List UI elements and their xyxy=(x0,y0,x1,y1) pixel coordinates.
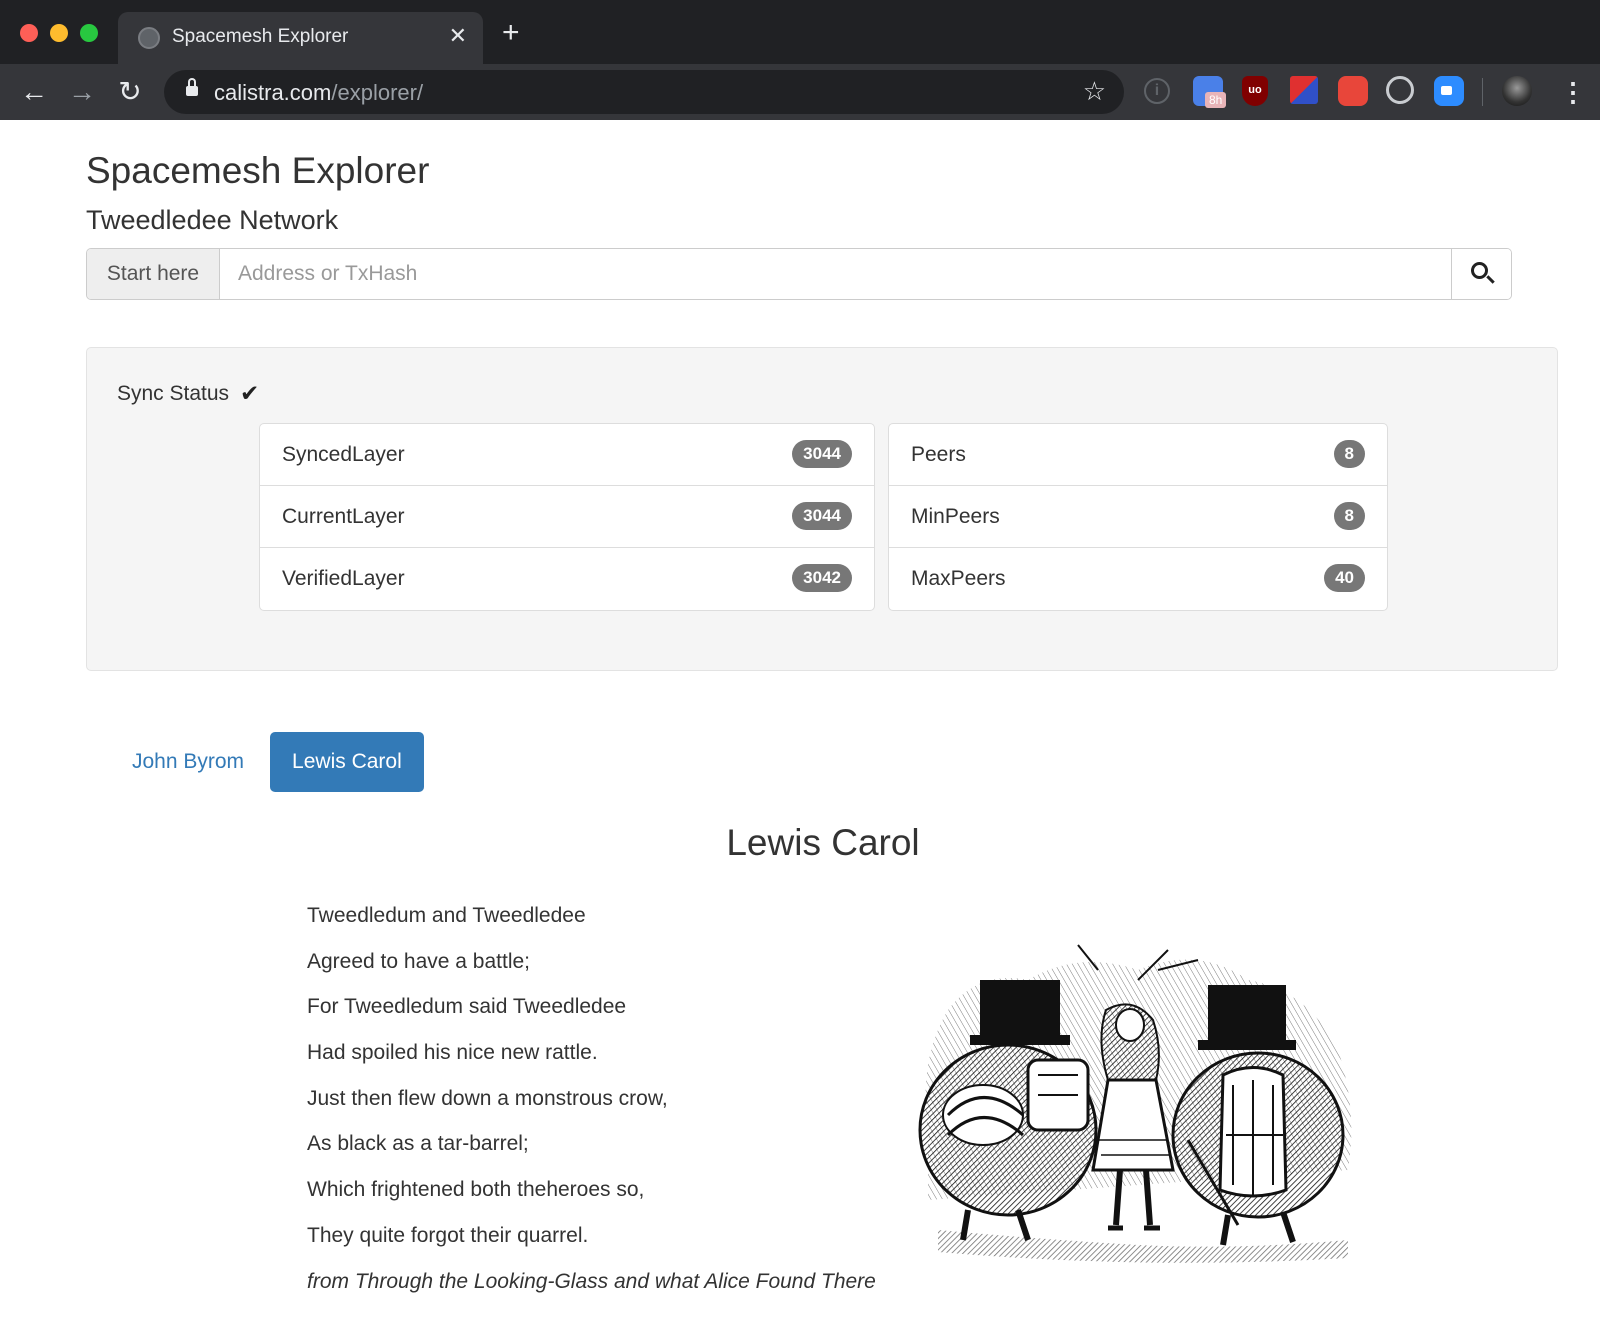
poem-line: Just then flew down a monstrous crow, xyxy=(307,1086,668,1110)
stat-label: Peers xyxy=(911,443,966,466)
tab-title: Spacemesh Explorer xyxy=(172,26,349,47)
search-input[interactable] xyxy=(220,249,1451,299)
globe-icon xyxy=(138,27,160,49)
stat-label: VerifiedLayer xyxy=(282,567,405,590)
calendar-extension-icon[interactable]: 8h xyxy=(1193,76,1227,108)
url-text: calistra.com/explorer/ xyxy=(214,80,424,105)
minimize-window-button[interactable] xyxy=(50,24,68,42)
poem-text: Tweedledum and Tweedledee Agreed to have… xyxy=(307,904,876,1315)
poem-source: from Through the Looking-Glass and what … xyxy=(307,1269,876,1293)
stat-badge: 3044 xyxy=(792,440,852,468)
ublock-icon[interactable]: uo xyxy=(1242,76,1268,106)
poem-line: Which frightened both theheroes so, xyxy=(307,1178,645,1202)
maximize-window-button[interactable] xyxy=(80,24,98,42)
list-item: MaxPeers 40 xyxy=(889,548,1387,610)
reload-icon[interactable]: ↻ xyxy=(112,74,148,110)
sync-status-label: Sync Status xyxy=(117,382,230,405)
list-item: VerifiedLayer 3042 xyxy=(260,548,874,610)
search-button[interactable] xyxy=(1451,249,1511,299)
tweedle-illustration xyxy=(918,944,1352,1263)
tab-john-byrom[interactable]: John Byrom xyxy=(110,732,266,792)
search-addon-label: Start here xyxy=(87,249,220,299)
forward-arrow-icon[interactable]: → xyxy=(64,74,100,110)
stat-label: MinPeers xyxy=(911,505,1000,528)
list-item: Peers 8 xyxy=(889,424,1387,486)
browser-tab[interactable]: Spacemesh Explorer ✕ xyxy=(118,12,483,64)
extension-badge: 8h xyxy=(1205,92,1227,108)
red-blue-extension-icon[interactable] xyxy=(1290,76,1318,104)
browser-chrome: Spacemesh Explorer ✕ + ← → ↻ calistra.co… xyxy=(0,0,1600,120)
peer-stats-list: Peers 8 MinPeers 8 MaxPeers 40 xyxy=(888,423,1388,611)
checkmark-icon: ✔ xyxy=(240,380,260,406)
close-tab-icon[interactable]: ✕ xyxy=(449,23,467,49)
search-bar: Start here xyxy=(86,248,1512,300)
list-item: CurrentLayer 3044 xyxy=(260,486,874,548)
sync-status-panel: Sync Status ✔ SyncedLayer 3044 CurrentLa… xyxy=(86,347,1558,671)
info-icon[interactable]: i xyxy=(1144,78,1170,104)
poem-line: Tweedledum and Tweedledee xyxy=(307,904,586,927)
stat-badge: 3042 xyxy=(792,564,852,592)
more-menu-icon[interactable]: ⋮ xyxy=(1560,74,1586,110)
poem-line: For Tweedledum said Tweedledee xyxy=(307,995,627,1019)
poem-heading: Lewis Carol xyxy=(726,822,920,863)
list-item: SyncedLayer 3044 xyxy=(260,424,874,486)
poem-line: Had spoiled his nice new rattle. xyxy=(307,1041,598,1065)
back-arrow-icon[interactable]: ← xyxy=(16,74,52,110)
search-icon xyxy=(1471,262,1488,279)
profile-avatar-icon[interactable] xyxy=(1502,76,1532,106)
stat-label: CurrentLayer xyxy=(282,505,405,528)
stat-label: SyncedLayer xyxy=(282,443,405,466)
poem-line: As black as a tar-barrel; xyxy=(307,1132,529,1156)
address-bar[interactable]: calistra.com/explorer/ ☆ xyxy=(164,70,1124,114)
network-subtitle: Tweedledee Network xyxy=(86,205,339,235)
poem-line: They quite forgot their quarrel. xyxy=(307,1223,589,1247)
stat-badge: 40 xyxy=(1324,564,1365,592)
bookmark-star-icon[interactable]: ☆ xyxy=(1083,76,1106,107)
ms-extension-icon[interactable] xyxy=(1338,76,1368,106)
zoom-icon[interactable] xyxy=(1434,76,1464,106)
stat-badge: 8 xyxy=(1333,502,1365,530)
poem-line: Agreed to have a battle; xyxy=(307,949,530,973)
layer-stats-list: SyncedLayer 3044 CurrentLayer 3044 Verif… xyxy=(259,423,875,611)
stat-badge: 3044 xyxy=(792,502,852,530)
list-item: MinPeers 8 xyxy=(889,486,1387,548)
stat-badge: 8 xyxy=(1333,440,1365,468)
new-tab-button[interactable]: + xyxy=(502,18,520,48)
toolbar-divider xyxy=(1482,78,1483,106)
stat-label: MaxPeers xyxy=(911,567,1006,590)
close-window-button[interactable] xyxy=(20,24,38,42)
tab-strip: Spacemesh Explorer ✕ + xyxy=(0,0,1600,64)
browser-toolbar: ← → ↻ calistra.com/explorer/ ☆ i 8h uo ⋮ xyxy=(0,64,1600,120)
circle-extension-icon[interactable] xyxy=(1386,76,1414,104)
author-tabs: John Byrom Lewis Carol xyxy=(110,732,424,792)
page-title: Spacemesh Explorer xyxy=(86,150,430,191)
lock-icon xyxy=(186,78,198,98)
tab-lewis-carol[interactable]: Lewis Carol xyxy=(270,732,424,792)
